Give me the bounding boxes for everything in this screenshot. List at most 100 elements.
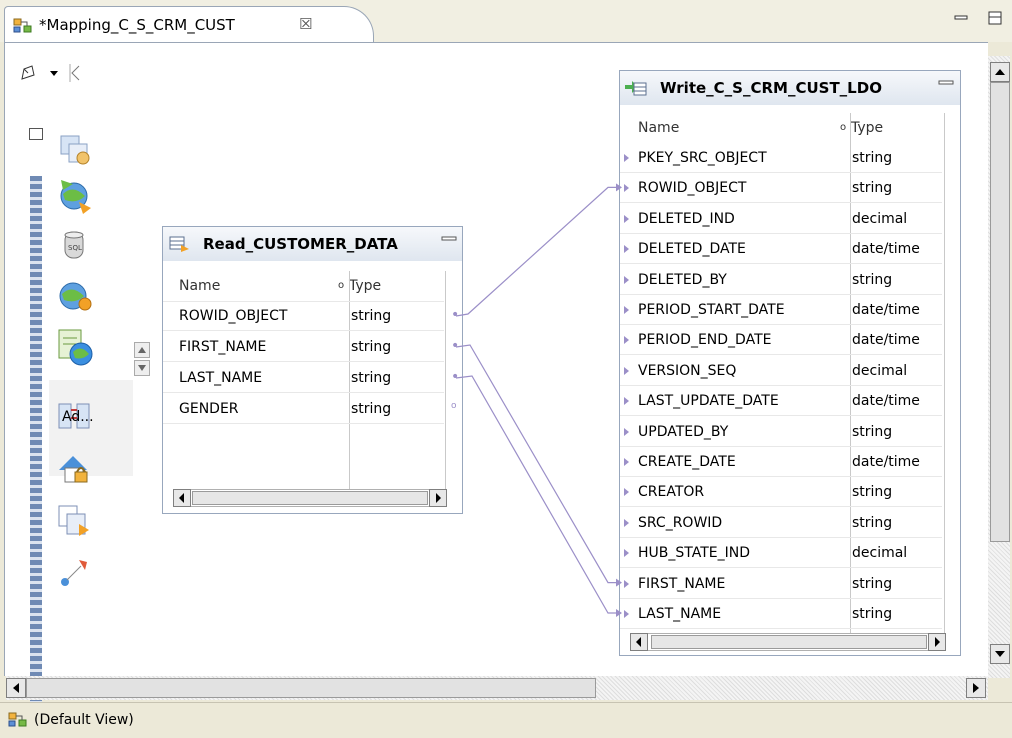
- port-connected-icon[interactable]: •: [451, 338, 459, 354]
- table-row[interactable]: PERIOD_END_DATE date/time: [620, 325, 960, 356]
- scroll-right-icon[interactable]: [429, 489, 447, 507]
- write-object-title-bar[interactable]: Write_C_S_CRM_CUST_LDO: [620, 71, 960, 105]
- router-icon[interactable]: [53, 552, 95, 594]
- scroll-right-icon[interactable]: [966, 678, 986, 698]
- port-type: date/time: [852, 241, 920, 258]
- port-type: string: [852, 514, 893, 531]
- table-row[interactable]: DELETED_DATE date/time: [620, 234, 960, 265]
- write-hscrollbar[interactable]: [630, 633, 946, 651]
- read-object[interactable]: Read_CUSTOMER_DATA Name o Type ROWID_OBJ…: [162, 226, 463, 514]
- web-service-icon[interactable]: [53, 274, 95, 316]
- table-row[interactable]: PKEY_SRC_OBJECT string: [620, 143, 960, 173]
- palette-drawer-strip[interactable]: [30, 176, 42, 708]
- port-connected-icon[interactable]: •: [451, 307, 459, 323]
- table-row[interactable]: PERIOD_START_DATE date/time: [620, 295, 960, 325]
- scroll-down-icon[interactable]: [134, 360, 150, 376]
- canvas-vscrollbar[interactable]: [988, 56, 1010, 678]
- table-row[interactable]: HUB_STATE_IND decimal: [620, 538, 960, 569]
- default-view-label[interactable]: (Default View): [34, 712, 134, 728]
- canvas-hscrollbar[interactable]: [6, 676, 988, 700]
- port-name: UPDATED_BY: [638, 423, 729, 440]
- join-globe-icon[interactable]: [53, 174, 95, 216]
- table-row[interactable]: CREATE_DATE date/time: [620, 447, 960, 477]
- port-arrow-icon[interactable]: [624, 518, 629, 527]
- table-row[interactable]: VERSION_SEQ decimal: [620, 356, 960, 386]
- tab-title: *Mapping_C_S_CRM_CUST: [39, 16, 235, 34]
- port-arrow-icon[interactable]: [624, 184, 629, 193]
- port-type: string: [351, 370, 392, 386]
- port-arrow-icon[interactable]: [624, 306, 629, 314]
- port-type: date/time: [852, 302, 920, 318]
- scroll-thumb[interactable]: [192, 491, 428, 505]
- port-name: GENDER: [179, 401, 239, 417]
- minimize-icon[interactable]: [441, 235, 457, 245]
- port-arrow-icon[interactable]: [624, 579, 629, 588]
- table-row[interactable]: UPDATED_BY string: [620, 417, 960, 447]
- table-row[interactable]: DELETED_BY string: [620, 265, 960, 295]
- table-row[interactable]: ROWID_OBJECT string: [620, 173, 960, 204]
- port-arrow-icon[interactable]: [624, 336, 629, 345]
- port-arrow-icon[interactable]: [624, 427, 629, 436]
- port-arrow-icon[interactable]: [624, 275, 629, 284]
- aggregator-icon[interactable]: [53, 128, 95, 170]
- mapping-tab[interactable]: *Mapping_C_S_CRM_CUST ☒: [4, 6, 374, 44]
- scroll-thumb[interactable]: [990, 82, 1010, 542]
- port-type: string: [852, 575, 893, 592]
- minimize-icon[interactable]: [938, 79, 954, 89]
- port-connected-icon[interactable]: •: [451, 369, 459, 385]
- table-row[interactable]: LAST_NAME string •: [163, 363, 462, 393]
- port-name: LAST_NAME: [638, 606, 722, 622]
- port-arrow-icon[interactable]: [624, 458, 629, 466]
- address-validator-icon[interactable]: [53, 326, 95, 368]
- scroll-right-icon[interactable]: [928, 633, 946, 651]
- write-object[interactable]: Write_C_S_CRM_CUST_LDO Name o Type PKEY_…: [619, 70, 961, 656]
- port-name: CREATOR: [638, 484, 705, 501]
- table-row[interactable]: DELETED_IND decimal: [620, 204, 960, 234]
- port-arrow-icon[interactable]: [624, 154, 629, 162]
- port-arrow-icon[interactable]: [624, 488, 629, 497]
- dropdown-icon[interactable]: [49, 70, 59, 78]
- port-name: PERIOD_END_DATE: [638, 332, 772, 349]
- table-row[interactable]: LAST_UPDATE_DATE date/time: [620, 386, 960, 417]
- scroll-left-icon[interactable]: [173, 489, 191, 507]
- port-arrow-icon[interactable]: [624, 366, 629, 375]
- read-object-title: Read_CUSTOMER_DATA: [203, 235, 398, 253]
- scroll-up-icon[interactable]: [990, 62, 1010, 82]
- port-type: string: [351, 339, 392, 355]
- close-icon[interactable]: ☒: [299, 15, 312, 33]
- read-hscrollbar[interactable]: [173, 489, 447, 507]
- scroll-thumb[interactable]: [26, 678, 596, 698]
- key-lock-icon[interactable]: [53, 448, 95, 490]
- minimize-icon[interactable]: [952, 10, 970, 26]
- maximize-icon[interactable]: [986, 10, 1004, 26]
- table-row[interactable]: CREATOR string: [620, 477, 960, 508]
- table-row[interactable]: ROWID_OBJECT string •: [163, 301, 462, 331]
- table-row[interactable]: SRC_ROWID string: [620, 508, 960, 538]
- collapse-palette-icon[interactable]: [69, 64, 81, 82]
- port-arrow-icon[interactable]: [624, 214, 629, 223]
- table-row[interactable]: LAST_NAME string: [620, 599, 960, 629]
- port-name: DELETED_BY: [638, 271, 727, 288]
- table-row[interactable]: FIRST_NAME string •: [163, 332, 462, 362]
- table-row[interactable]: GENDER string o: [163, 394, 462, 424]
- port-arrow-icon[interactable]: [624, 549, 629, 558]
- sql-icon[interactable]: SQL: [53, 224, 95, 266]
- port-arrow-icon[interactable]: [624, 245, 629, 254]
- scroll-left-icon[interactable]: [6, 678, 26, 698]
- scroll-thumb[interactable]: [651, 635, 927, 649]
- table-row[interactable]: FIRST_NAME string: [620, 569, 960, 599]
- scroll-down-icon[interactable]: [990, 644, 1010, 664]
- port-arrow-icon[interactable]: [624, 397, 629, 406]
- pin-icon[interactable]: [19, 64, 37, 82]
- port-type: string: [852, 423, 893, 440]
- merge-icon[interactable]: [53, 500, 95, 542]
- port-type: date/time: [852, 393, 920, 410]
- scroll-left-icon[interactable]: [630, 633, 648, 651]
- scroll-up-icon[interactable]: [134, 342, 150, 358]
- port-type: string: [852, 606, 893, 622]
- port-unconnected-icon[interactable]: o: [451, 401, 457, 411]
- read-object-title-bar[interactable]: Read_CUSTOMER_DATA: [163, 227, 462, 261]
- svg-text:SQL: SQL: [68, 244, 82, 252]
- port-arrow-icon[interactable]: [624, 610, 629, 618]
- drawer-checkbox[interactable]: [29, 128, 43, 140]
